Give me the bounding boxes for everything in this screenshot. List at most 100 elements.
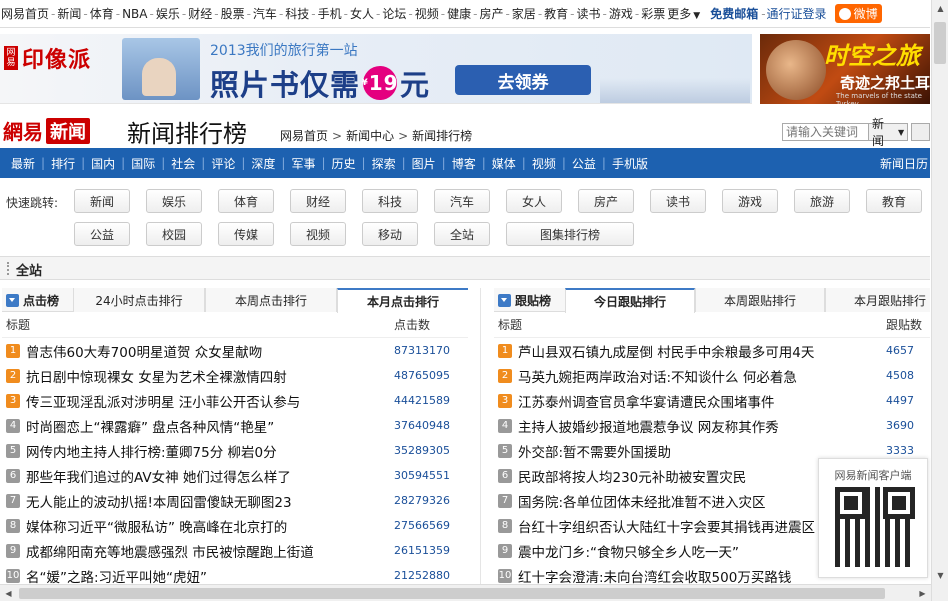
breadcrumb-news-center[interactable]: 新闻中心 xyxy=(346,129,394,143)
top-nav-link[interactable]: 财经 xyxy=(188,5,212,22)
ranking-headline-link[interactable]: 那些年我们追过的AV女神 她们过得怎么样了 xyxy=(26,466,388,486)
more-menu[interactable]: 更多 ▼ xyxy=(665,5,700,22)
quick-jump-button[interactable]: 传媒 xyxy=(218,222,274,246)
ranking-headline-link[interactable]: 名“媛”之路:习近平叫她“虎妞” xyxy=(26,566,388,586)
top-nav-link[interactable]: 体育 xyxy=(90,5,114,22)
search-input[interactable] xyxy=(782,123,869,141)
ranking-headline-link[interactable]: 主持人披婚纱报道地震惹争议 网友称其作秀 xyxy=(518,416,880,436)
top-nav-link[interactable]: 科技 xyxy=(285,5,309,22)
quick-jump-button[interactable]: 汽车 xyxy=(434,189,490,213)
tab-week-comments[interactable]: 本周跟贴排行 xyxy=(695,288,825,312)
horizontal-scroll-thumb[interactable] xyxy=(19,588,885,599)
quick-jump-button[interactable]: 旅游 xyxy=(794,189,850,213)
tab-week-clicks[interactable]: 本周点击排行 xyxy=(205,288,337,312)
ranking-headline-link[interactable]: 无人能止的波动扒摇!本周囧雷傻缺无聊图23 xyxy=(26,491,388,511)
quick-jump-button[interactable]: 房产 xyxy=(578,189,634,213)
top-nav-link[interactable]: 家居 xyxy=(512,5,536,22)
tab-month-clicks[interactable]: 本月点击排行 xyxy=(337,288,468,313)
scroll-right-icon[interactable]: ▶ xyxy=(914,585,931,601)
vertical-scrollbar[interactable]: ▲ ▼ xyxy=(931,0,948,601)
channel-link[interactable]: 公益 xyxy=(572,155,596,172)
quick-jump-button[interactable]: 视频 xyxy=(290,222,346,246)
ranking-headline-link[interactable]: 江苏泰州调查官员拿华宴请遭民众围堵事件 xyxy=(518,391,880,411)
tab-24h-clicks[interactable]: 24小时点击排行 xyxy=(73,288,205,312)
quick-jump-button[interactable]: 移动 xyxy=(362,222,418,246)
top-nav-link[interactable]: 视频 xyxy=(415,5,439,22)
channel-link[interactable]: 评论 xyxy=(211,155,235,172)
passport-login-link[interactable]: 通行证登录 xyxy=(767,5,827,22)
top-nav-link[interactable]: 女人 xyxy=(350,5,374,22)
ranking-headline-link[interactable]: 传三亚现淫乱派对涉明星 汪小菲公开否认参与 xyxy=(26,391,388,411)
channel-link[interactable]: 社会 xyxy=(171,155,195,172)
channel-link[interactable]: 视频 xyxy=(532,155,556,172)
top-nav-link[interactable]: 教育 xyxy=(544,5,568,22)
top-nav-link[interactable]: 论坛 xyxy=(382,5,406,22)
quick-jump-button[interactable]: 公益 xyxy=(74,222,130,246)
news-calendar-link[interactable]: 新闻日历 xyxy=(880,155,930,172)
vertical-scroll-thumb[interactable] xyxy=(934,22,946,64)
quick-jump-button[interactable]: 全站 xyxy=(434,222,490,246)
ranking-headline-link[interactable]: 成都绵阳南充等地震感强烈 市民被惊醒跑上街道 xyxy=(26,541,388,561)
quick-jump-button[interactable]: 财经 xyxy=(290,189,346,213)
channel-link[interactable]: 军事 xyxy=(291,155,315,172)
ad-banner-photobook[interactable]: 网易 印像派 2013我们的旅行第一站 照片书仅需 ¥19 元 去领券 xyxy=(0,34,752,104)
ranking-headline-link[interactable]: 曾志伟60大寿700明星道贺 众女星献吻 xyxy=(26,341,388,361)
ranking-headline-link[interactable]: 时尚圈恋上“裸露癖” 盘点各种风情“艳星” xyxy=(26,416,388,436)
quick-jump-button[interactable]: 读书 xyxy=(650,189,706,213)
ranking-headline-link[interactable]: 马英九婉拒两岸政治对话:不知谈什么 何必着急 xyxy=(518,366,880,386)
top-nav-link[interactable]: 新闻 xyxy=(57,5,81,22)
weibo-button[interactable]: 微博 xyxy=(834,4,882,23)
channel-link[interactable]: 国际 xyxy=(131,155,155,172)
channel-link[interactable]: 媒体 xyxy=(492,155,516,172)
top-nav-link[interactable]: 手机 xyxy=(318,5,342,22)
quick-jump-button[interactable]: 校园 xyxy=(146,222,202,246)
top-nav-link[interactable]: 股票 xyxy=(221,5,245,22)
top-nav-link[interactable]: 娱乐 xyxy=(156,5,180,22)
ad-coupon-button[interactable]: 去领券 xyxy=(455,65,591,95)
ranking-headline-link[interactable]: 媒体称习近平“微服私访” 晚高峰在北京打的 xyxy=(26,516,388,536)
qr-code-image xyxy=(835,487,915,567)
ranking-headline-link[interactable]: 抗日剧中惊现裸女 女星为艺术全裸激情四射 xyxy=(26,366,388,386)
top-nav-link[interactable]: 汽车 xyxy=(253,5,277,22)
top-nav-link[interactable]: 网易首页 xyxy=(1,5,49,22)
top-nav-link[interactable]: NBA xyxy=(122,7,147,21)
channel-link[interactable]: 深度 xyxy=(251,155,275,172)
scroll-up-icon[interactable]: ▲ xyxy=(932,0,948,17)
channel-link[interactable]: 排行 xyxy=(51,155,75,172)
channel-link[interactable]: 图片 xyxy=(412,155,436,172)
top-nav-link[interactable]: 游戏 xyxy=(609,5,633,22)
search-scope-select[interactable]: 新闻 ▼ xyxy=(869,117,909,148)
channel-link[interactable]: 最新 xyxy=(11,155,35,172)
top-nav-link[interactable]: 房产 xyxy=(479,5,503,22)
app-qr-widget[interactable]: 网易新闻客户端 xyxy=(818,458,928,578)
netease-news-logo[interactable]: 網易 新闻 xyxy=(3,116,90,145)
horizontal-scrollbar[interactable]: ◀ ▶ xyxy=(0,584,931,601)
quick-jump-button[interactable]: 教育 xyxy=(866,189,922,213)
ranking-headline-link[interactable]: 芦山县双石镇九成屋倒 村民手中余粮最多可用4天 xyxy=(518,341,880,361)
ad-banner-turkey[interactable]: 时空之旅 奇迹之邦土耳 The marvels of the state Tur… xyxy=(760,34,930,104)
channel-link[interactable]: 国内 xyxy=(91,155,115,172)
nav-separator: - xyxy=(570,6,575,21)
quick-jump-button[interactable]: 科技 xyxy=(362,189,418,213)
tab-month-comments[interactable]: 本月跟贴排行 xyxy=(825,288,930,312)
quick-jump-gallery-button[interactable]: 图集排行榜 xyxy=(506,222,634,246)
breadcrumb-home[interactable]: 网易首页 xyxy=(280,129,328,143)
channel-link[interactable]: 手机版 xyxy=(612,155,648,172)
top-nav-link[interactable]: 读书 xyxy=(577,5,601,22)
top-nav-link[interactable]: 彩票 xyxy=(641,5,665,22)
scroll-left-icon[interactable]: ◀ xyxy=(0,585,17,601)
free-mail-link[interactable]: 免费邮箱 xyxy=(710,5,758,22)
quick-jump-button[interactable]: 女人 xyxy=(506,189,562,213)
tab-today-comments[interactable]: 今日跟贴排行 xyxy=(565,288,695,313)
search-button[interactable] xyxy=(911,123,930,141)
channel-link[interactable]: 博客 xyxy=(452,155,476,172)
scroll-down-icon[interactable]: ▼ xyxy=(932,567,948,584)
quick-jump-button[interactable]: 体育 xyxy=(218,189,274,213)
quick-jump-button[interactable]: 新闻 xyxy=(74,189,130,213)
ranking-headline-link[interactable]: 网传内地主持人排行榜:董卿75分 柳岩0分 xyxy=(26,441,388,461)
channel-link[interactable]: 历史 xyxy=(332,155,356,172)
quick-jump-button[interactable]: 游戏 xyxy=(722,189,778,213)
channel-link[interactable]: 探索 xyxy=(372,155,396,172)
top-nav-link[interactable]: 健康 xyxy=(447,5,471,22)
quick-jump-button[interactable]: 娱乐 xyxy=(146,189,202,213)
